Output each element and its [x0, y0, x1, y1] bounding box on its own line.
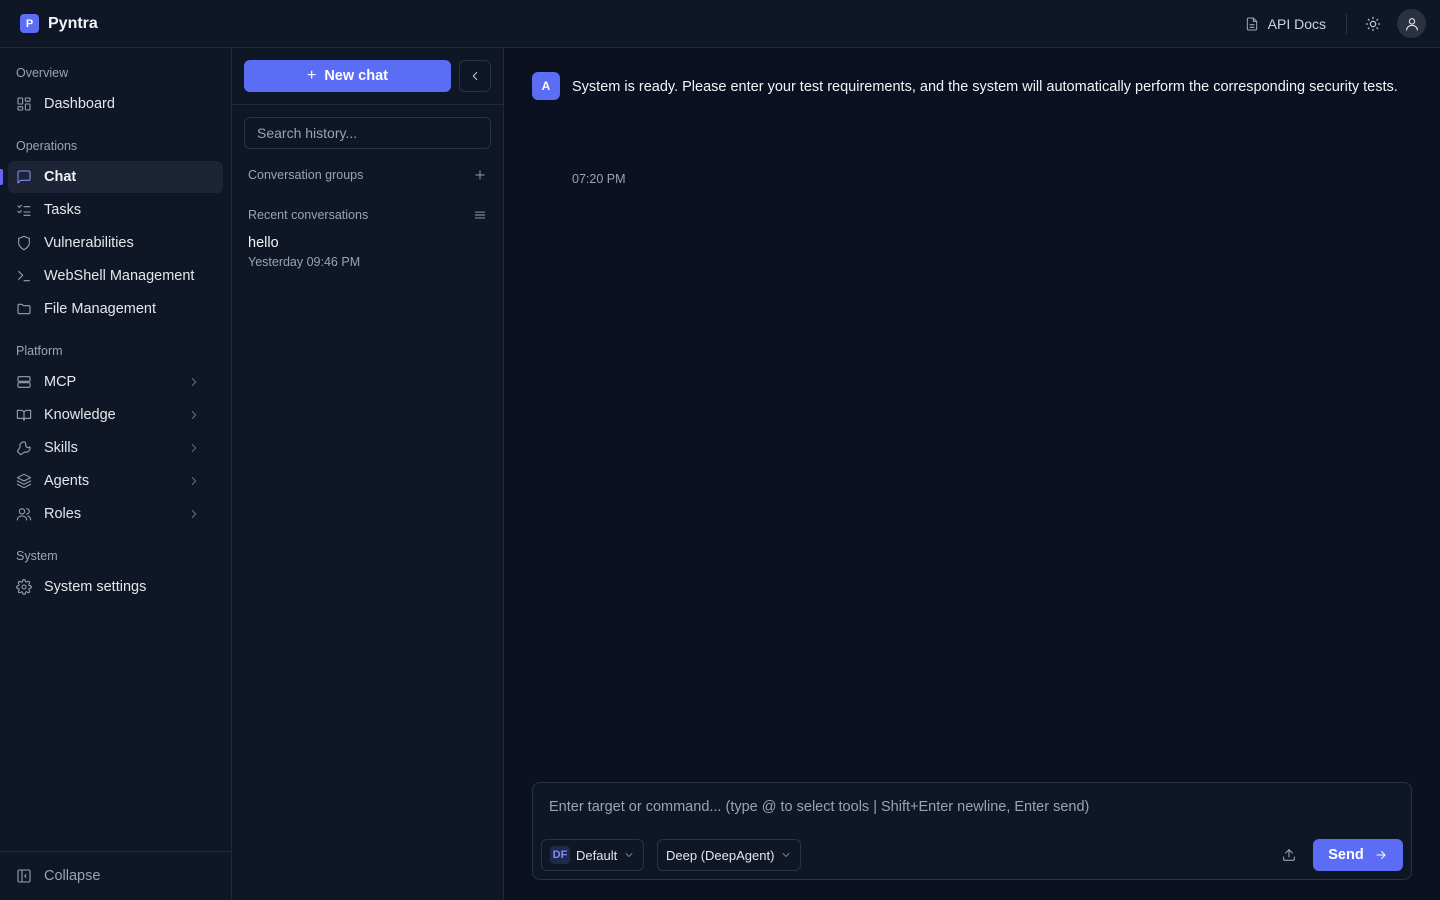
menu-icon[interactable] — [473, 208, 487, 222]
list-checks-icon — [16, 202, 32, 218]
assistant-message: System is ready. Please enter your test … — [572, 79, 1398, 95]
user-account-button[interactable] — [1397, 9, 1426, 38]
sidebar-item-label: Skills — [44, 440, 78, 456]
upload-icon — [1281, 847, 1297, 863]
shield-icon — [16, 235, 32, 251]
chevron-right-icon — [187, 375, 203, 389]
message-square-icon — [16, 169, 32, 185]
arrow-right-icon — [1374, 848, 1388, 862]
wrench-icon — [16, 440, 32, 456]
sidebar-item-label: Tasks — [44, 202, 82, 218]
sidebar-item-label: MCP — [44, 374, 77, 390]
brand[interactable]: P Pyntra — [20, 14, 98, 33]
nav-section-overview: Overview — [16, 66, 69, 80]
sidebar-item-roles[interactable]: Roles — [8, 498, 223, 530]
top-bar: P Pyntra API Docs — [0, 0, 1440, 48]
top-actions: API Docs — [1236, 9, 1426, 38]
assistant-avatar: A — [532, 72, 560, 100]
sidebar-item-label: File Management — [44, 301, 157, 317]
sidebar-item-vulnerabilities[interactable]: Vulnerabilities — [8, 227, 223, 259]
folder-icon — [16, 301, 32, 317]
api-docs-link[interactable]: API Docs — [1236, 10, 1334, 38]
role-label: Default — [576, 847, 618, 863]
chat-area: A System is ready. Please enter your tes… — [504, 48, 1440, 900]
role-badge: DF — [550, 846, 570, 864]
search-history-input[interactable] — [244, 117, 491, 149]
recent-conversations-row: Recent conversations — [248, 205, 487, 225]
send-button[interactable]: Send — [1313, 839, 1403, 871]
add-group-icon[interactable] — [473, 168, 487, 182]
sidebar-item-label: WebShell Management — [44, 268, 195, 284]
sidebar-item-label: Roles — [44, 506, 82, 522]
sidebar-item-webshell[interactable]: WebShell Management — [8, 260, 223, 292]
sidebar-item-label: Agents — [44, 473, 90, 489]
recent-conversations-label: Recent conversations — [248, 208, 369, 222]
sidebar-item-skills[interactable]: Skills — [8, 432, 223, 464]
sidebar-item-label: Knowledge — [44, 407, 116, 423]
chevron-left-icon — [468, 69, 482, 83]
sidebar-item-settings[interactable]: System settings — [8, 571, 223, 603]
conversation-time: Yesterday 09:46 PM — [248, 255, 361, 269]
document-icon — [1244, 16, 1260, 32]
conversation-groups-row: Conversation groups — [248, 165, 487, 185]
conversation-title: hello — [248, 235, 279, 251]
sidebar-item-mcp[interactable]: MCP — [8, 366, 223, 398]
history-header: + New chat — [232, 48, 503, 105]
chevron-right-icon — [187, 474, 203, 488]
plus-icon: + — [306, 67, 317, 84]
book-icon — [16, 407, 32, 423]
gear-icon — [16, 579, 32, 595]
sidebar-item-tasks[interactable]: Tasks — [8, 194, 223, 226]
nav-section-system: System — [16, 549, 58, 563]
sidebar-collapse-button[interactable]: Collapse — [0, 851, 231, 900]
users-icon — [16, 506, 32, 522]
theme-toggle-button[interactable] — [1361, 12, 1385, 36]
sidebar-item-agents[interactable]: Agents — [8, 465, 223, 497]
message-input[interactable] — [549, 795, 1389, 819]
sidebar: Overview Dashboard Operations Chat Tasks… — [0, 48, 232, 900]
sidebar-item-label: Vulnerabilities — [44, 235, 134, 251]
mode-label: Deep (DeepAgent) — [666, 847, 775, 863]
sidebar-item-knowledge[interactable]: Knowledge — [8, 399, 223, 431]
chevron-right-icon — [187, 408, 203, 422]
top-divider — [1346, 13, 1347, 34]
upload-button[interactable] — [1279, 845, 1299, 865]
api-docs-label: API Docs — [1267, 15, 1326, 32]
role-selector[interactable]: DF Default — [541, 839, 645, 871]
message-composer: DF Default Deep (DeepAgent) Send — [532, 782, 1412, 880]
chevron-right-icon — [187, 441, 203, 455]
brand-name: Pyntra — [48, 14, 98, 32]
grid-icon — [16, 96, 32, 112]
conversation-item[interactable]: hello Yesterday 09:46 PM — [248, 235, 488, 269]
chevron-right-icon — [187, 507, 203, 521]
sidebar-item-files[interactable]: File Management — [8, 293, 223, 325]
chevron-down-icon — [623, 849, 635, 861]
sidebar-item-label: Dashboard — [44, 96, 115, 112]
send-label: Send — [1328, 847, 1364, 863]
message-timestamp: 07:20 PM — [572, 172, 626, 186]
brand-logo: P — [20, 14, 39, 33]
conversation-groups-label: Conversation groups — [248, 168, 364, 182]
sidebar-collapse-icon — [16, 868, 32, 884]
layers-icon — [16, 473, 32, 489]
sun-icon — [1365, 16, 1381, 32]
terminal-icon — [16, 268, 32, 284]
sidebar-item-chat[interactable]: Chat — [0, 161, 223, 193]
user-icon — [1404, 16, 1420, 32]
new-chat-button[interactable]: + New chat — [244, 60, 451, 92]
nav-section-operations: Operations — [16, 139, 78, 153]
collapse-history-button[interactable] — [459, 60, 491, 92]
server-icon — [16, 374, 32, 390]
history-panel: + New chat Conversation groups Recent co… — [232, 48, 504, 900]
collapse-label: Collapse — [44, 868, 101, 884]
new-chat-label: New chat — [324, 68, 388, 84]
sidebar-item-dashboard[interactable]: Dashboard — [8, 88, 223, 120]
sidebar-item-label: Chat — [44, 169, 77, 185]
chevron-down-icon — [780, 849, 792, 861]
mode-selector[interactable]: Deep (DeepAgent) — [657, 839, 802, 871]
nav-section-platform: Platform — [16, 344, 63, 358]
sidebar-item-label: System settings — [44, 579, 147, 595]
